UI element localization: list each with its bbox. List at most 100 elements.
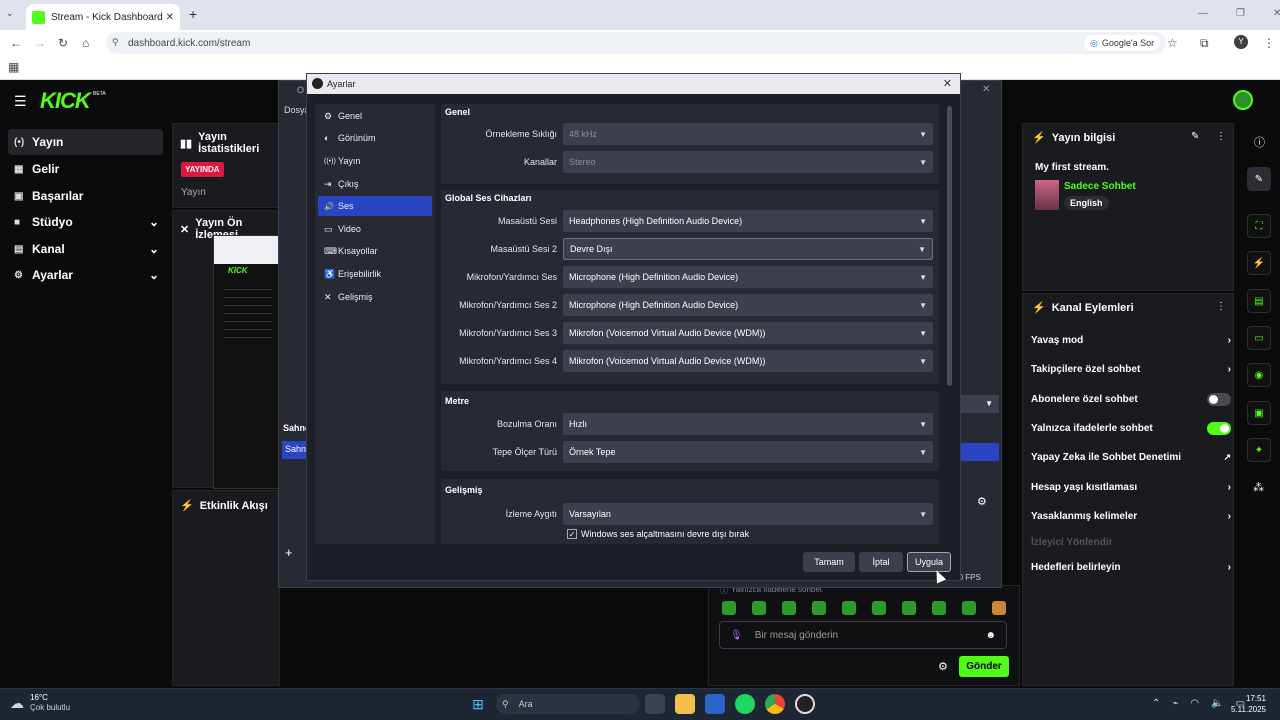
content-scrollbar[interactable] <box>947 106 952 386</box>
category-gorunum[interactable]: ◐ Görünüm <box>318 128 432 148</box>
action-subscribers-only[interactable]: Abonelere özel sohbet <box>1031 388 1231 410</box>
peak-meter-select[interactable]: Örnek Tepe ▼ <box>563 441 933 463</box>
mic-aux-3-select[interactable]: Mikrofon (Voicemod Virtual Audio Device … <box>563 322 933 344</box>
browser-menu-icon[interactable]: ⋮ <box>1263 36 1275 50</box>
action-banned-words[interactable]: Yasaklanmış kelimeler › <box>1031 505 1231 527</box>
sidebar-item-kanal[interactable]: ▤ Kanal ⌄ <box>8 236 163 262</box>
desktop-audio-2-select[interactable]: Devre Dışı ▼ <box>563 238 933 260</box>
start-menu-icon[interactable]: ⊞ <box>468 694 488 714</box>
rail-broadcast-icon[interactable]: ◉ <box>1247 363 1271 387</box>
action-followers-only[interactable]: Takipçilere özel sohbet › <box>1031 358 1231 380</box>
task-view-icon[interactable] <box>645 694 665 714</box>
back-icon[interactable]: ← <box>10 36 22 50</box>
info-icon[interactable]: ⓘ <box>1254 134 1265 150</box>
rail-tools-icon[interactable]: ✦ <box>1247 438 1271 462</box>
weather-widget[interactable]: ☁ 16°C Çok bulutlu <box>10 693 70 713</box>
tab-list-button[interactable]: ⌄ <box>6 8 14 19</box>
more-options-icon[interactable]: ⋮ <box>1216 301 1226 312</box>
category-kisayollar[interactable]: ⌨ Kısayollar <box>318 241 432 261</box>
minimize-icon[interactable]: — <box>1198 8 1208 19</box>
rail-bolt-icon[interactable]: ⚡ <box>1247 251 1271 275</box>
close-window-icon[interactable]: ✕ <box>1273 8 1280 19</box>
obs-close-icon[interactable]: ✕ <box>982 84 990 95</box>
action-ai-moderation[interactable]: Yapay Zeka ile Sohbet Denetimi ↗ <box>1031 446 1231 468</box>
network-icon[interactable]: ⌁ <box>1172 698 1178 709</box>
action-slow-mode[interactable]: Yavaş mod › <box>1031 329 1231 351</box>
mic-aux-4-select[interactable]: Mikrofon (Voicemod Virtual Audio Device … <box>563 350 933 372</box>
wifi-icon[interactable]: ◠ <box>1190 698 1199 709</box>
action-emote-only[interactable]: Yalnızca ifadelerle sohbet <box>1031 417 1231 439</box>
emote-only-toggle[interactable] <box>1207 421 1231 435</box>
edit-pencil-icon[interactable]: ✎ <box>1191 131 1199 142</box>
profile-avatar[interactable]: Y <box>1234 35 1248 49</box>
emote-icon[interactable] <box>812 601 826 615</box>
microphone-icon[interactable]: 🎙 <box>730 630 743 641</box>
spotify-icon[interactable] <box>735 694 755 714</box>
emote-icon[interactable] <box>992 601 1006 615</box>
source-select-right[interactable]: ▼ <box>961 395 999 413</box>
desktop-audio-select[interactable]: Headphones (High Definition Audio Device… <box>563 210 933 232</box>
category-gelismis[interactable]: ✕ Gelişmiş <box>318 287 432 307</box>
emote-icon[interactable] <box>842 601 856 615</box>
chevron-up-icon[interactable]: ⌃ <box>1152 698 1160 709</box>
emoji-icon[interactable]: ☻ <box>985 630 996 641</box>
emote-icon[interactable] <box>902 601 916 615</box>
category-yayin[interactable]: ((•)) Yayın <box>318 151 432 171</box>
chat-input[interactable]: 🎙 Bir mesaj gönderin ☻ <box>719 621 1007 649</box>
new-tab-button[interactable]: + <box>189 6 197 22</box>
category-name[interactable]: Sadece Sohbet <box>1064 181 1136 192</box>
mic-aux-select[interactable]: Microphone (High Definition Audio Device… <box>563 266 933 288</box>
rail-chat-icon[interactable]: ▭ <box>1247 326 1271 350</box>
window-controls[interactable]: — ❐ ✕ <box>1198 8 1280 19</box>
rail-list-icon[interactable]: ▤ <box>1247 289 1271 313</box>
emote-icon[interactable] <box>782 601 796 615</box>
close-tab-icon[interactable]: ✕ <box>166 12 174 23</box>
forward-icon[interactable]: → <box>34 36 46 50</box>
sidebar-item-basarilar[interactable]: ▣ Başarılar <box>8 183 163 209</box>
rail-layers-icon[interactable]: ▣ <box>1247 401 1271 425</box>
close-icon[interactable]: ✕ <box>943 77 952 90</box>
subscribers-only-toggle[interactable] <box>1207 392 1231 406</box>
ok-button[interactable]: Tamam <box>803 552 855 572</box>
taskbar-search[interactable]: ⚲ Ara <box>496 694 640 714</box>
emote-icon[interactable] <box>752 601 766 615</box>
category-ses[interactable]: 🔊 Ses <box>318 196 432 216</box>
monitoring-device-select[interactable]: Varsayılan ▼ <box>563 503 933 525</box>
volume-icon[interactable]: 🔈 <box>1211 698 1223 709</box>
preview-thumbnail[interactable]: KICK <box>213 235 279 489</box>
emote-icon[interactable] <box>872 601 886 615</box>
ducking-checkbox[interactable]: ✓ <box>567 529 577 539</box>
chrome-icon[interactable] <box>765 694 785 714</box>
url-field[interactable]: dashboard.kick.com/stream <box>106 32 1166 54</box>
home-icon[interactable]: ⌂ <box>82 36 89 50</box>
rail-expand-icon[interactable]: ⛶ <box>1247 214 1271 238</box>
more-options-icon[interactable]: ⋮ <box>1216 131 1226 142</box>
decay-rate-select[interactable]: Hızlı ▼ <box>563 413 933 435</box>
google-lens-button[interactable]: ◎ Google'a Sor <box>1084 35 1161 51</box>
sidebar-item-ayarlar[interactable]: ⚙ Ayarlar ⌄ <box>8 262 163 288</box>
kick-logo[interactable]: KICK <box>40 88 91 114</box>
site-info-icon[interactable]: ⚲ <box>112 37 119 48</box>
action-goals[interactable]: Hedefleri belirleyin › <box>1031 556 1231 578</box>
apps-grid-icon[interactable]: ▦ <box>8 60 19 74</box>
mic-aux-2-select[interactable]: Microphone (High Definition Audio Device… <box>563 294 933 316</box>
ducking-checkbox-row[interactable]: ✓ Windows ses alçaltmasını devre dışı bı… <box>567 529 749 539</box>
send-button[interactable]: Gönder <box>959 656 1009 677</box>
source-selected-right[interactable] <box>961 443 999 461</box>
category-erisebilirlik[interactable]: ♿ Erişebilirlik <box>318 264 432 284</box>
emote-icon[interactable] <box>962 601 976 615</box>
browser-tab[interactable]: Stream - Kick Dashboard ✕ <box>26 4 180 30</box>
clock[interactable]: 17:51 5.11.2025 <box>1230 693 1266 715</box>
store-icon[interactable] <box>705 694 725 714</box>
action-account-age[interactable]: Hesap yaşı kısıtlaması › <box>1031 476 1231 498</box>
add-scene-button[interactable]: + <box>285 545 293 560</box>
source-settings-icon[interactable]: ⚙ <box>977 495 987 508</box>
hamburger-menu-icon[interactable]: ☰ <box>14 93 27 110</box>
restore-icon[interactable]: ❐ <box>1236 8 1245 19</box>
edit-layout-icon[interactable]: ✎ <box>1247 167 1271 191</box>
obs-taskbar-icon[interactable] <box>795 694 815 714</box>
chat-settings-icon[interactable]: ⚙ <box>938 660 948 673</box>
apply-button[interactable]: Uygula <box>907 552 951 572</box>
reload-icon[interactable]: ↻ <box>58 36 68 50</box>
bookmark-star-icon[interactable]: ☆ <box>1167 36 1178 50</box>
